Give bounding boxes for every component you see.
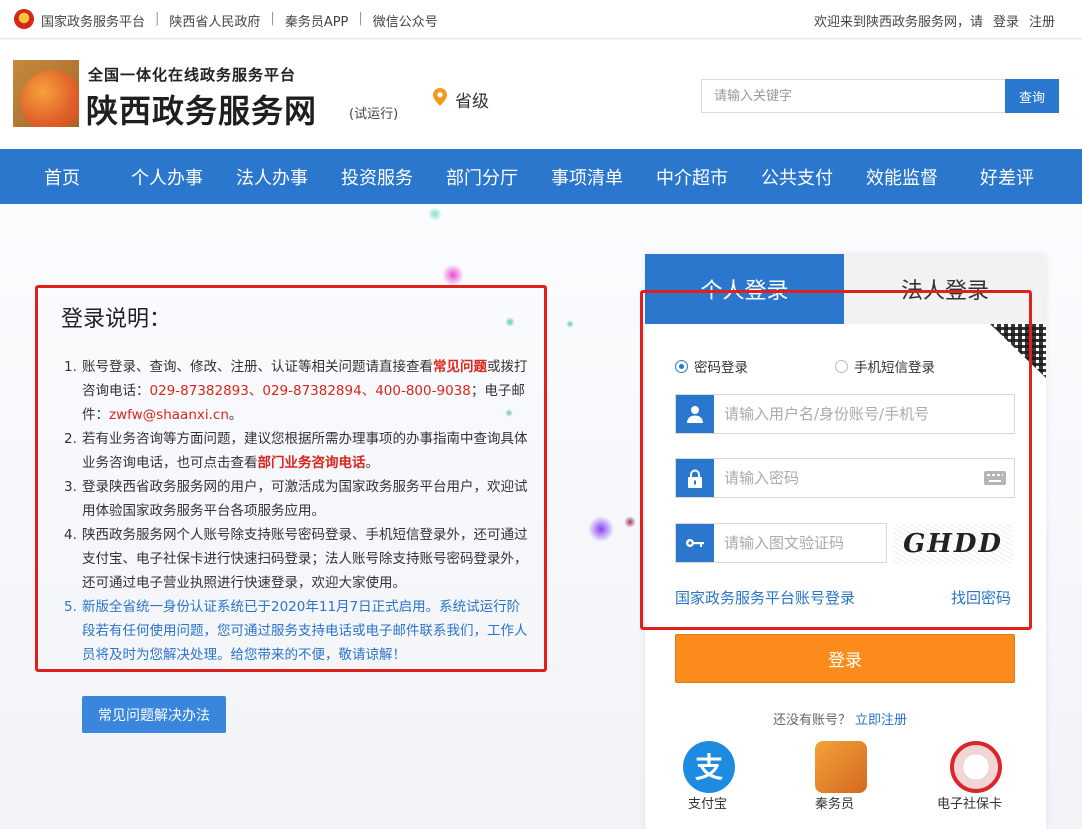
faq-link[interactable]: 常见问题 bbox=[433, 359, 487, 375]
login-submit-button[interactable]: 登录 bbox=[675, 634, 1015, 683]
password-input[interactable] bbox=[714, 459, 974, 497]
register-now-link[interactable]: 立即注册 bbox=[855, 713, 907, 728]
captcha-input[interactable] bbox=[714, 524, 884, 562]
key-icon bbox=[676, 524, 714, 562]
separator: | bbox=[270, 11, 275, 26]
item-text: 。 bbox=[365, 455, 380, 471]
list-item: 3. 登录陕西省政务服务网的用户，可激活成为国家政务服务平台用户，欢迎试用体验国… bbox=[64, 475, 529, 523]
nav-item-intermediary[interactable]: 中介超市 bbox=[656, 164, 728, 190]
faq-solutions-button[interactable]: 常见问题解决办法 bbox=[82, 696, 226, 733]
social-security-card-icon[interactable] bbox=[950, 741, 1002, 793]
national-platform-login-link[interactable]: 国家政务服务平台账号登录 bbox=[675, 587, 855, 608]
separator: | bbox=[358, 11, 363, 26]
lock-icon bbox=[676, 459, 714, 497]
qinwuyuan-app-icon[interactable] bbox=[815, 741, 867, 793]
nav-item-investment[interactable]: 投资服务 bbox=[341, 164, 413, 190]
trial-label: (试运行) bbox=[349, 107, 399, 122]
captcha-field bbox=[675, 523, 887, 563]
item-number: 5. bbox=[64, 599, 77, 615]
recover-password-link[interactable]: 找回密码 bbox=[951, 587, 1011, 608]
username-field bbox=[675, 394, 1015, 434]
list-item: 2. 若有业务咨询等方面问题，建议您根据所需办理事项的办事指南中查询具体业务咨询… bbox=[64, 427, 529, 475]
main-nav: 首页 个人办事 法人办事 投资服务 部门分厅 事项清单 中介超市 公共支付 效能… bbox=[0, 149, 1082, 204]
decor-dot bbox=[442, 264, 464, 286]
tab-personal-login[interactable]: 个人登录 bbox=[645, 254, 844, 324]
nav-item-departments[interactable]: 部门分厅 bbox=[446, 164, 518, 190]
list-item: 4. 陕西政务服务网个人账号除支持账号密码登录、手机短信登录外，还可通过支付宝、… bbox=[64, 523, 529, 595]
email-address[interactable]: zwfw@shaanxi.cn bbox=[109, 407, 229, 423]
sms-login-option[interactable]: 手机短信登录 bbox=[835, 356, 935, 376]
login-panel: 个人登录 法人登录 密码登录 手机短信登录 GHDD 国家政务服务平台账号登录 … bbox=[645, 254, 1046, 829]
list-item: 5. 新版全省统一身份认证系统已于2020年11月7日正式启用。系统试运行阶段若… bbox=[64, 595, 529, 667]
logo-subtitle: 全国一体化在线政务服务平台 bbox=[88, 66, 297, 84]
national-emblem-icon bbox=[14, 9, 34, 29]
item-number: 2. bbox=[64, 431, 77, 447]
item-text: 陕西政务服务网个人账号除支持账号密码登录、手机短信登录外，还可通过支付宝、电子社… bbox=[82, 527, 528, 591]
decor-dot bbox=[566, 320, 574, 328]
item-text: 登录陕西省政务服务网的用户，可激活成为国家政务服务平台用户，欢迎试用体验国家政务… bbox=[82, 479, 528, 519]
welcome-text: 欢迎来到陕西政务服务网，请 bbox=[813, 15, 983, 30]
radio-checked-icon bbox=[675, 359, 688, 373]
nav-item-payment[interactable]: 公共支付 bbox=[761, 164, 833, 190]
password-login-option[interactable]: 密码登录 bbox=[675, 356, 748, 376]
instructions-list: 1. 账号登录、查询、修改、注册、认证等相关问题请直接查看常见问题或拨打咨询电话… bbox=[64, 355, 529, 667]
sms-login-label: 手机短信登录 bbox=[854, 360, 935, 376]
nav-item-corporate[interactable]: 法人办事 bbox=[236, 164, 308, 190]
top-link-national-platform[interactable]: 国家政务服务平台 bbox=[41, 11, 145, 30]
top-link-app[interactable]: 秦务员APP bbox=[285, 11, 349, 30]
login-instructions: 登录说明： 1. 账号登录、查询、修改、注册、认证等相关问题请直接查看常见问题或… bbox=[37, 287, 545, 670]
item-text: 账号登录、查询、修改、注册、认证等相关问题请直接查看 bbox=[82, 359, 433, 375]
top-link-wechat[interactable]: 微信公众号 bbox=[373, 11, 438, 30]
no-account-text: 还没有账号？ bbox=[773, 713, 852, 728]
top-links: 国家政务服务平台 | 陕西省人民政府 | 秦务员APP | 微信公众号 bbox=[41, 11, 438, 30]
item-number: 4. bbox=[64, 527, 77, 543]
social-security-label: 电子社保卡 bbox=[937, 797, 1003, 812]
username-input[interactable] bbox=[714, 395, 974, 433]
search-button[interactable]: 查询 bbox=[1005, 79, 1059, 113]
site-header: 全国一体化在线政务服务平台 陕西政务服务网 (试运行) 省级 查询 bbox=[0, 40, 1082, 149]
logo-title: 陕西政务服务网 bbox=[86, 92, 318, 130]
top-bar: 国家政务服务平台 | 陕西省人民政府 | 秦务员APP | 微信公众号 欢迎来到… bbox=[0, 0, 1082, 39]
separator: | bbox=[155, 11, 160, 26]
register-prompt: 还没有账号？ 立即注册 bbox=[773, 709, 907, 728]
phone-numbers: 029-87382893、029-87382894、400-800-9038 bbox=[149, 383, 471, 399]
instructions-title: 登录说明： bbox=[61, 307, 172, 332]
nav-item-supervision[interactable]: 效能监督 bbox=[866, 164, 938, 190]
item-text: 新版全省统一身份认证系统已于2020年11月7日正式启用。系统试运行阶段若有任何… bbox=[82, 599, 528, 663]
list-item: 1. 账号登录、查询、修改、注册、认证等相关问题请直接查看常见问题或拨打咨询电话… bbox=[64, 355, 529, 427]
top-register-link[interactable]: 注册 bbox=[1029, 11, 1055, 30]
svg-text:支: 支 bbox=[695, 751, 723, 784]
location-pin-icon bbox=[433, 88, 447, 106]
department-phone-link[interactable]: 部门业务咨询电话 bbox=[258, 455, 366, 471]
captcha-image[interactable]: GHDD bbox=[893, 524, 1013, 564]
radio-unchecked-icon bbox=[835, 359, 848, 373]
password-login-label: 密码登录 bbox=[694, 360, 748, 376]
item-number: 1. bbox=[64, 359, 77, 375]
decor-dot bbox=[624, 516, 636, 528]
top-login-link[interactable]: 登录 bbox=[993, 11, 1019, 30]
nav-item-personal[interactable]: 个人办事 bbox=[131, 164, 203, 190]
nav-item-home[interactable]: 首页 bbox=[44, 164, 80, 190]
decor-dot bbox=[428, 207, 442, 221]
top-user-links: 欢迎来到陕西政务服务网，请 登录 注册 bbox=[814, 11, 1055, 30]
item-text: 。 bbox=[228, 407, 243, 423]
nav-item-evaluation[interactable]: 好差评 bbox=[980, 164, 1034, 190]
region-selector[interactable]: 省级 bbox=[455, 87, 489, 112]
top-link-provincial-gov[interactable]: 陕西省人民政府 bbox=[169, 11, 260, 30]
alipay-label: 支付宝 bbox=[688, 797, 728, 812]
search-input[interactable] bbox=[701, 79, 1006, 113]
password-field bbox=[675, 458, 1015, 498]
item-number: 3. bbox=[64, 479, 77, 495]
qinwuyuan-label: 秦务员 bbox=[815, 797, 855, 812]
alipay-icon[interactable]: 支 bbox=[683, 741, 735, 793]
decor-dot bbox=[588, 516, 614, 542]
user-icon bbox=[676, 395, 714, 433]
qr-code-toggle-icon[interactable] bbox=[990, 324, 1046, 378]
nav-item-item-list[interactable]: 事项清单 bbox=[551, 164, 623, 190]
tab-corporate-login[interactable]: 法人登录 bbox=[844, 254, 1046, 324]
keyboard-icon[interactable] bbox=[984, 471, 1006, 485]
site-logo[interactable] bbox=[13, 60, 79, 127]
